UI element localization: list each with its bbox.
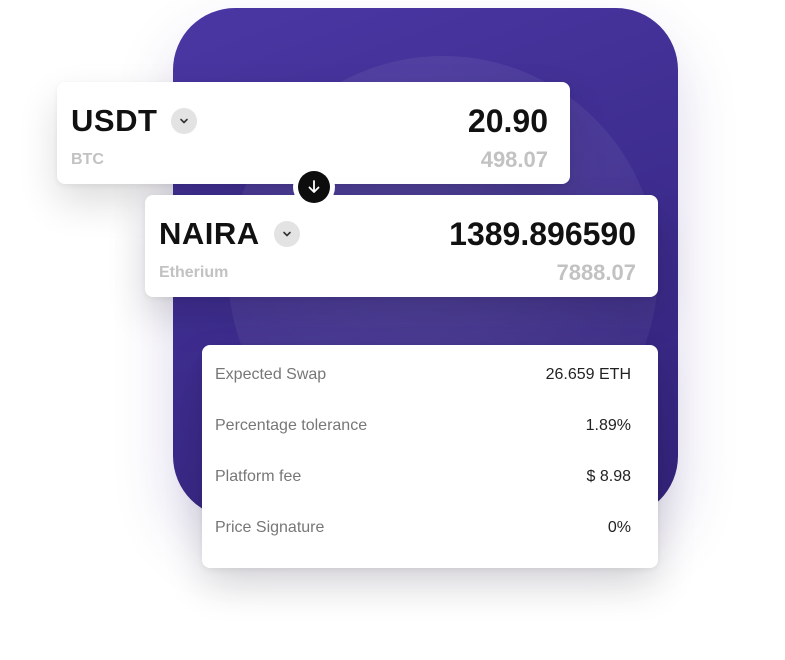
detail-row-platform-fee: Platform fee $ 8.98 xyxy=(215,465,631,489)
detail-value: 0% xyxy=(607,519,631,536)
to-amount: 1389.896590 xyxy=(449,215,636,252)
to-asset-dropdown-button[interactable] xyxy=(273,221,300,247)
from-sub-label: BTC xyxy=(71,151,104,168)
detail-label: Expected Swap xyxy=(215,366,327,383)
swap-direction-button[interactable] xyxy=(293,166,335,208)
to-sub-label: Etherium xyxy=(159,264,229,281)
swap-widget-illustration: USDT 20.90 BTC 498.07 NAIRA 1389.896590 … xyxy=(0,0,785,660)
from-asset-dropdown-button[interactable] xyxy=(171,108,198,134)
to-asset-row: NAIRA 1389.896590 xyxy=(159,215,636,253)
detail-row-price-signature: Price Signature 0% xyxy=(215,516,631,540)
chevron-down-icon xyxy=(180,118,189,124)
to-asset-card: NAIRA 1389.896590 Etherium 7888.07 xyxy=(145,195,658,297)
from-asset-name: USDT xyxy=(71,103,158,138)
detail-value: 1.89% xyxy=(585,417,631,434)
detail-label: Platform fee xyxy=(215,468,302,485)
from-asset-row: USDT 20.90 xyxy=(71,102,548,140)
swap-button-circle xyxy=(298,171,330,203)
arrow-down-icon xyxy=(308,180,320,193)
detail-value: 26.659 ETH xyxy=(545,366,631,383)
from-amount: 20.90 xyxy=(467,102,548,139)
swap-details-card: Expected Swap 26.659 ETH Percentage tole… xyxy=(202,345,658,568)
to-asset-name: NAIRA xyxy=(159,216,260,251)
from-sub-amount: 498.07 xyxy=(480,147,548,172)
detail-label: Percentage tolerance xyxy=(215,417,368,434)
chevron-down-icon xyxy=(282,231,291,237)
to-sub-amount: 7888.07 xyxy=(556,260,636,285)
detail-label: Price Signature xyxy=(215,519,325,536)
detail-value: $ 8.98 xyxy=(586,468,631,485)
detail-row-percentage-tolerance: Percentage tolerance 1.89% xyxy=(215,414,631,438)
detail-row-expected-swap: Expected Swap 26.659 ETH xyxy=(215,363,631,387)
to-sub-row: Etherium 7888.07 xyxy=(159,260,636,285)
